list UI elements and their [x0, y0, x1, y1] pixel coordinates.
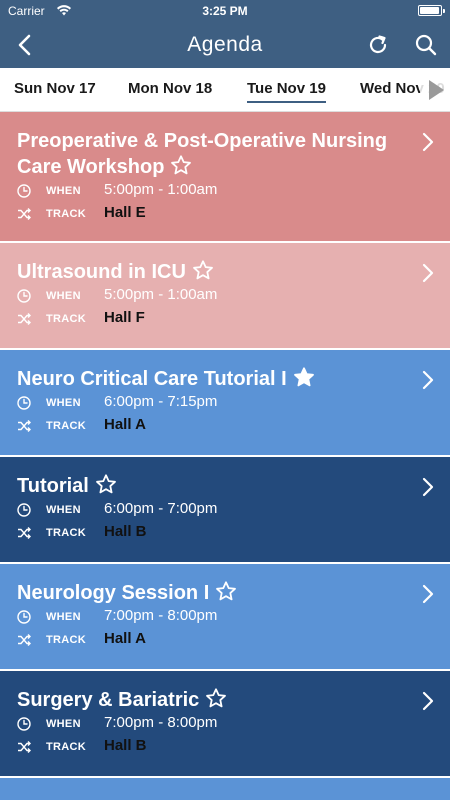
clock-time: 3:25 PM [202, 4, 248, 18]
session-card[interactable]: Surgery & Bariatric WHEN 7:00pm - 8:00pm TR… [0, 671, 450, 778]
session-card[interactable]: Neurology Session I WHEN 7:00pm - 8:00pm TR… [0, 564, 450, 671]
star-outline-icon[interactable] [215, 580, 237, 602]
track-label: TRACK [46, 313, 86, 325]
session-title: Neurology Session I [0, 564, 450, 606]
when-label: WHEN [46, 718, 81, 730]
search-icon[interactable] [414, 33, 438, 57]
shuffle-icon [18, 313, 31, 325]
track-row: TRACK Hall B [0, 522, 450, 545]
session-list: Preoperative & Post-Operative Nursing Ca… [0, 112, 450, 800]
session-title: Tutorial [0, 457, 450, 499]
when-value: 7:00pm - 8:00pm [104, 714, 218, 731]
track-row: TRACK Hall E [0, 203, 450, 226]
track-row: TRACK Hall A [0, 415, 450, 438]
star-filled-icon[interactable] [293, 366, 315, 388]
track-label: TRACK [46, 208, 86, 220]
when-label: WHEN [46, 397, 81, 409]
session-card[interactable]: Neuro Critical Care Tutorial I WHEN 6:00pm… [0, 350, 450, 457]
session-card-partial[interactable] [0, 778, 450, 800]
clock-icon [17, 610, 31, 624]
when-label: WHEN [46, 185, 81, 197]
when-row: WHEN 6:00pm - 7:00pm [0, 499, 450, 522]
star-outline-icon[interactable] [192, 259, 214, 281]
when-value: 5:00pm - 1:00am [104, 181, 218, 198]
when-row: WHEN 7:00pm - 8:00pm [0, 713, 450, 736]
track-value: Hall B [104, 737, 147, 754]
shuffle-icon [18, 634, 31, 646]
battery-icon [418, 5, 445, 16]
track-value: Hall B [104, 523, 147, 540]
session-card[interactable]: Preoperative & Post-Operative Nursing Ca… [0, 112, 450, 243]
star-outline-icon[interactable] [205, 687, 227, 709]
session-title-text: Tutorial [17, 475, 89, 497]
session-title: Preoperative & Post-Operative Nursing Ca… [0, 112, 450, 180]
track-value: Hall A [104, 630, 146, 647]
session-title: Neuro Critical Care Tutorial I [0, 350, 450, 392]
when-row: WHEN 6:00pm - 7:15pm [0, 392, 450, 415]
track-label: TRACK [46, 420, 86, 432]
chevron-right-icon[interactable] [422, 370, 434, 390]
tab-tue-nov-19[interactable]: Tue Nov 19 [247, 80, 326, 103]
session-title-text: Preoperative & Post-Operative Nursing Ca… [17, 130, 388, 178]
track-label: TRACK [46, 634, 86, 646]
session-title: Surgery & Bariatric [0, 671, 450, 713]
clock-icon [17, 289, 31, 303]
track-value: Hall F [104, 309, 145, 326]
when-value: 6:00pm - 7:00pm [104, 500, 218, 517]
shuffle-icon [18, 208, 31, 220]
when-label: WHEN [46, 504, 81, 516]
track-row: TRACK Hall A [0, 629, 450, 652]
session-title-text: Neurology Session I [17, 582, 210, 604]
tab-sun-nov-17[interactable]: Sun Nov 17 [14, 80, 96, 101]
clock-icon [17, 717, 31, 731]
refresh-icon[interactable] [366, 33, 390, 57]
status-bar: Carrier 3:25 PM [0, 0, 450, 22]
shuffle-icon [18, 741, 31, 753]
track-row: TRACK Hall F [0, 308, 450, 331]
when-label: WHEN [46, 611, 81, 623]
chevron-right-icon[interactable] [422, 477, 434, 497]
track-value: Hall E [104, 204, 146, 221]
when-row: WHEN 5:00pm - 1:00am [0, 180, 450, 203]
nav-bar: Agenda [0, 22, 450, 68]
shuffle-icon [18, 527, 31, 539]
session-title-text: Ultrasound in ICU [17, 261, 186, 283]
clock-icon [17, 184, 31, 198]
clock-icon [17, 503, 31, 517]
track-label: TRACK [46, 741, 86, 753]
tab-mon-nov-18[interactable]: Mon Nov 18 [128, 80, 212, 101]
when-value: 7:00pm - 8:00pm [104, 607, 218, 624]
when-value: 6:00pm - 7:15pm [104, 393, 218, 410]
chevron-right-icon[interactable] [422, 691, 434, 711]
session-title-text: Neuro Critical Care Tutorial I [17, 368, 287, 390]
session-title-text: Surgery & Bariatric [17, 689, 200, 711]
when-label: WHEN [46, 290, 81, 302]
scroll-right-icon[interactable] [420, 76, 450, 104]
star-outline-icon[interactable] [170, 154, 192, 176]
date-tabs: Sun Nov 17 Mon Nov 18 Tue Nov 19 Wed Nov… [0, 68, 450, 112]
session-card[interactable]: Tutorial WHEN 6:00pm - 7:00pm TRACK Hall B [0, 457, 450, 564]
track-row: TRACK Hall B [0, 736, 450, 759]
chevron-right-icon[interactable] [422, 584, 434, 604]
track-label: TRACK [46, 527, 86, 539]
shuffle-icon [18, 420, 31, 432]
session-title: Ultrasound in ICU [0, 243, 450, 285]
star-outline-icon[interactable] [95, 473, 117, 495]
clock-icon [17, 396, 31, 410]
when-value: 5:00pm - 1:00am [104, 286, 218, 303]
chevron-right-icon[interactable] [422, 132, 434, 152]
session-card[interactable]: Ultrasound in ICU WHEN 5:00pm - 1:00am TRAC… [0, 243, 450, 350]
when-row: WHEN 5:00pm - 1:00am [0, 285, 450, 308]
chevron-right-icon[interactable] [422, 263, 434, 283]
when-row: WHEN 7:00pm - 8:00pm [0, 606, 450, 629]
track-value: Hall A [104, 416, 146, 433]
